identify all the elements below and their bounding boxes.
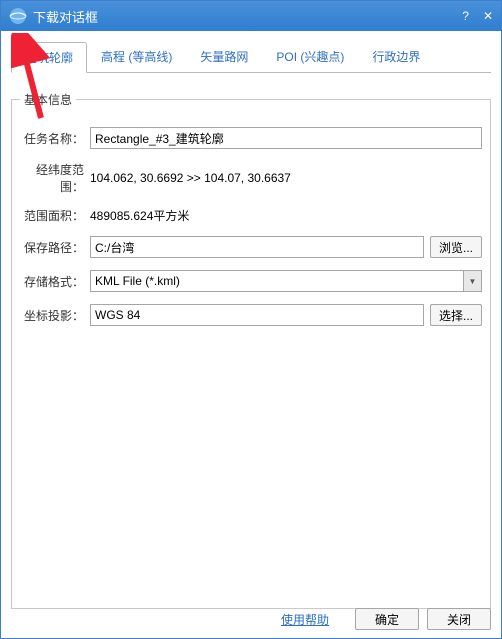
label-task-name: 任务名称： (20, 130, 84, 147)
tab-label: 建筑轮廓 (25, 51, 73, 65)
help-link[interactable]: 使用帮助 (281, 611, 329, 628)
row-projection: 坐标投影： 选择... (20, 304, 482, 326)
tab-bar: 建筑轮廓 高程 (等高线) 矢量路网 POI (兴趣点) 行政边界 (11, 41, 491, 73)
content-area: 基本信息 任务名称： 经纬度范围： 104.062, 30.6692 >> 10… (1, 73, 501, 609)
row-extent: 经纬度范围： 104.062, 30.6692 >> 104.07, 30.66… (20, 161, 482, 195)
row-save-path: 保存路径： 浏览... (20, 236, 482, 258)
tab-label: 高程 (等高线) (101, 50, 172, 64)
close-button[interactable]: 关闭 (427, 608, 491, 630)
row-area: 范围面积： 489085.624平方米 (20, 207, 482, 224)
help-icon[interactable]: ? (462, 10, 469, 22)
value-extent: 104.062, 30.6692 >> 104.07, 30.6637 (90, 171, 291, 185)
globe-icon (9, 7, 27, 25)
label-format: 存储格式： (20, 273, 84, 290)
label-save-path: 保存路径： (20, 239, 84, 256)
tab-admin-boundary[interactable]: 行政边界 (358, 41, 434, 72)
tab-vector-roads[interactable]: 矢量路网 (186, 41, 262, 72)
select-format-value[interactable] (90, 270, 482, 292)
tab-building-outline[interactable]: 建筑轮廓 (11, 42, 87, 73)
tab-label: POI (兴趣点) (276, 50, 344, 64)
basic-info-group: 基本信息 任务名称： 经纬度范围： 104.062, 30.6692 >> 10… (11, 91, 491, 609)
browse-button[interactable]: 浏览... (430, 236, 482, 258)
label-extent: 经纬度范围： (20, 161, 84, 195)
chevron-down-icon[interactable]: ▼ (463, 271, 481, 291)
input-projection[interactable] (90, 304, 424, 326)
tab-poi[interactable]: POI (兴趣点) (262, 41, 358, 72)
input-task-name[interactable] (90, 127, 482, 149)
value-area: 489085.624平方米 (90, 207, 189, 224)
tab-label: 行政边界 (372, 50, 420, 64)
tab-elevation[interactable]: 高程 (等高线) (87, 41, 186, 72)
row-task-name: 任务名称： (20, 127, 482, 149)
label-projection: 坐标投影： (20, 307, 84, 324)
close-icon[interactable]: ✕ (483, 10, 493, 22)
ok-button[interactable]: 确定 (355, 608, 419, 630)
group-legend: 基本信息 (20, 91, 76, 108)
row-format: 存储格式： ▼ (20, 270, 482, 292)
window-title: 下载对话框 (33, 7, 462, 26)
input-save-path[interactable] (90, 236, 424, 258)
title-bar: 下载对话框 ? ✕ (1, 1, 501, 31)
footer: 使用帮助 确定 关闭 (1, 608, 501, 630)
tab-label: 矢量路网 (200, 50, 248, 64)
choose-projection-button[interactable]: 选择... (430, 304, 482, 326)
label-area: 范围面积： (20, 207, 84, 224)
select-format[interactable]: ▼ (90, 270, 482, 292)
